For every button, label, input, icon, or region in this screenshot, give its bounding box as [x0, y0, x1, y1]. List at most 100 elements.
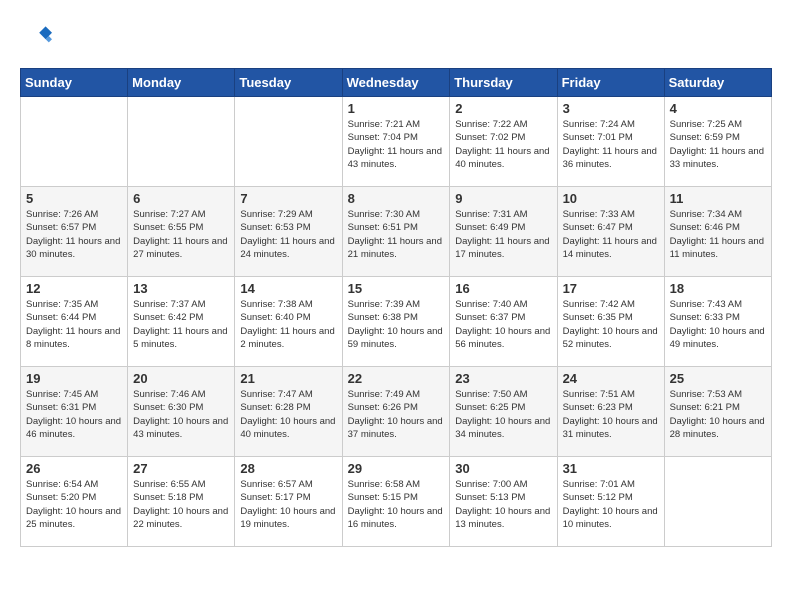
day-number: 13 [133, 281, 229, 296]
calendar-cell: 4 Sunrise: 7:25 AM Sunset: 6:59 PM Daylig… [664, 97, 771, 187]
calendar-week-row: 1Sunrise: 7:21 AM Sunset: 7:04 PM Daylig… [21, 97, 772, 187]
day-number: 26 [26, 461, 122, 476]
day-number: 18 [670, 281, 766, 296]
calendar-cell: 18 Sunrise: 7:43 AM Sunset: 6:33 PM Dayli… [664, 277, 771, 367]
calendar-cell: 3 Sunrise: 7:24 AM Sunset: 7:01 PM Daylig… [557, 97, 664, 187]
day-info: Sunrise: 7:24 AM Sunset: 7:01 PM Dayligh… [563, 118, 659, 171]
calendar-cell: 2Sunrise: 7:22 AM Sunset: 7:02 PM Daylig… [450, 97, 557, 187]
calendar-cell: 15Sunrise: 7:39 AM Sunset: 6:38 PM Dayli… [342, 277, 450, 367]
calendar-cell: 28 Sunrise: 6:57 AM Sunset: 5:17 PM Dayli… [235, 457, 342, 547]
logo-icon [20, 20, 52, 52]
calendar-cell: 30 Sunrise: 7:00 AM Sunset: 5:13 PM Dayli… [450, 457, 557, 547]
calendar-cell: 24 Sunrise: 7:51 AM Sunset: 6:23 PM Dayli… [557, 367, 664, 457]
calendar-cell: 12 Sunrise: 7:35 AM Sunset: 6:44 PM Dayli… [21, 277, 128, 367]
day-number: 7 [240, 191, 336, 206]
day-number: 12 [26, 281, 122, 296]
day-info: Sunrise: 7:43 AM Sunset: 6:33 PM Dayligh… [670, 298, 766, 351]
day-number: 11 [670, 191, 766, 206]
weekday-header-monday: Monday [128, 69, 235, 97]
day-info: Sunrise: 7:01 AM Sunset: 5:12 PM Dayligh… [563, 478, 659, 531]
day-number: 22 [348, 371, 445, 386]
day-number: 28 [240, 461, 336, 476]
day-number: 8 [348, 191, 445, 206]
day-info: Sunrise: 7:49 AM Sunset: 6:26 PM Dayligh… [348, 388, 445, 441]
day-number: 27 [133, 461, 229, 476]
calendar-cell: 22 Sunrise: 7:49 AM Sunset: 6:26 PM Dayli… [342, 367, 450, 457]
day-info: Sunrise: 7:26 AM Sunset: 6:57 PM Dayligh… [26, 208, 122, 261]
calendar-cell: 17Sunrise: 7:42 AM Sunset: 6:35 PM Dayli… [557, 277, 664, 367]
weekday-header-saturday: Saturday [664, 69, 771, 97]
day-info: Sunrise: 6:58 AM Sunset: 5:15 PM Dayligh… [348, 478, 445, 531]
day-number: 10 [563, 191, 659, 206]
calendar-cell: 21Sunrise: 7:47 AM Sunset: 6:28 PM Dayli… [235, 367, 342, 457]
calendar-cell: 25 Sunrise: 7:53 AM Sunset: 6:21 PM Dayli… [664, 367, 771, 457]
calendar-cell [21, 97, 128, 187]
day-info: Sunrise: 7:46 AM Sunset: 6:30 PM Dayligh… [133, 388, 229, 441]
calendar-cell: 13 Sunrise: 7:37 AM Sunset: 6:42 PM Dayli… [128, 277, 235, 367]
calendar-cell: 29 Sunrise: 6:58 AM Sunset: 5:15 PM Dayli… [342, 457, 450, 547]
page-header [20, 20, 772, 52]
day-number: 23 [455, 371, 551, 386]
day-info: Sunrise: 7:42 AM Sunset: 6:35 PM Dayligh… [563, 298, 659, 351]
day-info: Sunrise: 6:54 AM Sunset: 5:20 PM Dayligh… [26, 478, 122, 531]
calendar-cell [664, 457, 771, 547]
day-info: Sunrise: 6:57 AM Sunset: 5:17 PM Dayligh… [240, 478, 336, 531]
day-info: Sunrise: 7:27 AM Sunset: 6:55 PM Dayligh… [133, 208, 229, 261]
day-number: 6 [133, 191, 229, 206]
day-info: Sunrise: 7:51 AM Sunset: 6:23 PM Dayligh… [563, 388, 659, 441]
calendar-week-row: 5 Sunrise: 7:26 AM Sunset: 6:57 PM Daylig… [21, 187, 772, 277]
calendar-cell: 14 Sunrise: 7:38 AM Sunset: 6:40 PM Dayli… [235, 277, 342, 367]
day-info: Sunrise: 7:25 AM Sunset: 6:59 PM Dayligh… [670, 118, 766, 171]
calendar-week-row: 19 Sunrise: 7:45 AM Sunset: 6:31 PM Dayli… [21, 367, 772, 457]
weekday-header-row: SundayMondayTuesdayWednesdayThursdayFrid… [21, 69, 772, 97]
day-info: Sunrise: 7:45 AM Sunset: 6:31 PM Dayligh… [26, 388, 122, 441]
weekday-header-wednesday: Wednesday [342, 69, 450, 97]
calendar-cell: 9 Sunrise: 7:31 AM Sunset: 6:49 PM Daylig… [450, 187, 557, 277]
weekday-header-friday: Friday [557, 69, 664, 97]
logo [20, 20, 56, 52]
day-number: 29 [348, 461, 445, 476]
day-number: 3 [563, 101, 659, 116]
weekday-header-tuesday: Tuesday [235, 69, 342, 97]
day-number: 14 [240, 281, 336, 296]
day-info: Sunrise: 7:34 AM Sunset: 6:46 PM Dayligh… [670, 208, 766, 261]
calendar-cell: 11 Sunrise: 7:34 AM Sunset: 6:46 PM Dayli… [664, 187, 771, 277]
day-number: 24 [563, 371, 659, 386]
day-info: Sunrise: 7:30 AM Sunset: 6:51 PM Dayligh… [348, 208, 445, 261]
calendar-cell: 5 Sunrise: 7:26 AM Sunset: 6:57 PM Daylig… [21, 187, 128, 277]
day-info: Sunrise: 7:33 AM Sunset: 6:47 PM Dayligh… [563, 208, 659, 261]
day-number: 20 [133, 371, 229, 386]
calendar-cell: 8 Sunrise: 7:30 AM Sunset: 6:51 PM Daylig… [342, 187, 450, 277]
calendar-cell: 16 Sunrise: 7:40 AM Sunset: 6:37 PM Dayli… [450, 277, 557, 367]
day-number: 30 [455, 461, 551, 476]
day-info: Sunrise: 7:21 AM Sunset: 7:04 PM Dayligh… [348, 118, 445, 171]
calendar-cell [235, 97, 342, 187]
calendar-cell: 23Sunrise: 7:50 AM Sunset: 6:25 PM Dayli… [450, 367, 557, 457]
day-info: Sunrise: 7:47 AM Sunset: 6:28 PM Dayligh… [240, 388, 336, 441]
day-info: Sunrise: 7:35 AM Sunset: 6:44 PM Dayligh… [26, 298, 122, 351]
day-info: Sunrise: 7:29 AM Sunset: 6:53 PM Dayligh… [240, 208, 336, 261]
day-info: Sunrise: 7:00 AM Sunset: 5:13 PM Dayligh… [455, 478, 551, 531]
day-number: 31 [563, 461, 659, 476]
day-number: 5 [26, 191, 122, 206]
calendar-week-row: 12 Sunrise: 7:35 AM Sunset: 6:44 PM Dayli… [21, 277, 772, 367]
day-info: Sunrise: 7:38 AM Sunset: 6:40 PM Dayligh… [240, 298, 336, 351]
day-info: Sunrise: 6:55 AM Sunset: 5:18 PM Dayligh… [133, 478, 229, 531]
day-number: 25 [670, 371, 766, 386]
calendar-cell: 31 Sunrise: 7:01 AM Sunset: 5:12 PM Dayli… [557, 457, 664, 547]
calendar-week-row: 26 Sunrise: 6:54 AM Sunset: 5:20 PM Dayli… [21, 457, 772, 547]
day-info: Sunrise: 7:37 AM Sunset: 6:42 PM Dayligh… [133, 298, 229, 351]
day-number: 16 [455, 281, 551, 296]
calendar-cell [128, 97, 235, 187]
day-number: 9 [455, 191, 551, 206]
calendar-cell: 27 Sunrise: 6:55 AM Sunset: 5:18 PM Dayli… [128, 457, 235, 547]
day-number: 4 [670, 101, 766, 116]
weekday-header-thursday: Thursday [450, 69, 557, 97]
day-number: 19 [26, 371, 122, 386]
day-info: Sunrise: 7:53 AM Sunset: 6:21 PM Dayligh… [670, 388, 766, 441]
calendar-cell: 7 Sunrise: 7:29 AM Sunset: 6:53 PM Daylig… [235, 187, 342, 277]
day-info: Sunrise: 7:31 AM Sunset: 6:49 PM Dayligh… [455, 208, 551, 261]
calendar-table: SundayMondayTuesdayWednesdayThursdayFrid… [20, 68, 772, 547]
day-info: Sunrise: 7:40 AM Sunset: 6:37 PM Dayligh… [455, 298, 551, 351]
calendar-cell: 20 Sunrise: 7:46 AM Sunset: 6:30 PM Dayli… [128, 367, 235, 457]
